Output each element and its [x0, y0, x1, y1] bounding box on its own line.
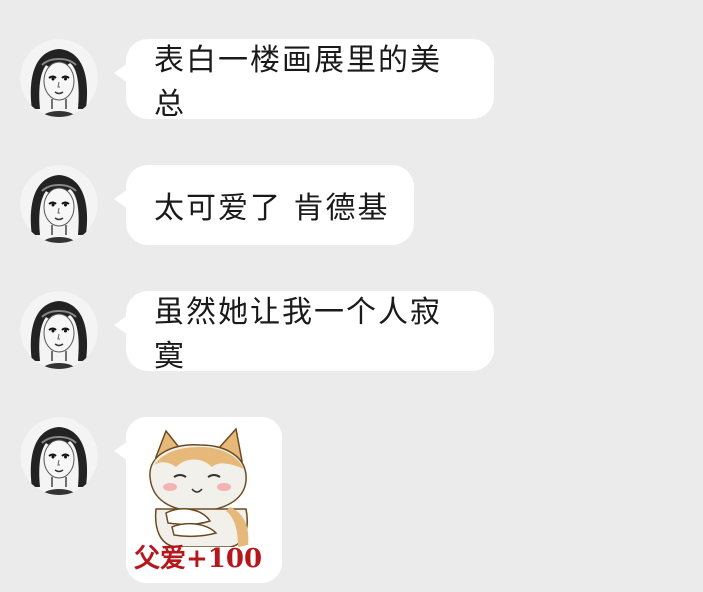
- message-bubble[interactable]: 虽然她让我一个人寂寞: [114, 291, 494, 374]
- sticker-caption: 父爱+100: [134, 544, 263, 574]
- girl-avatar-icon[interactable]: [20, 291, 98, 369]
- message-row: 太可爱了 肯德基: [0, 165, 703, 275]
- message-text: 太可爱了 肯德基: [154, 191, 390, 226]
- girl-avatar-icon[interactable]: [20, 39, 98, 117]
- message-text: 表白一楼画展里的美总: [154, 43, 442, 122]
- message-row: 表白一楼画展里的美总: [0, 39, 703, 149]
- message-row: 父爱+100: [0, 417, 703, 589]
- message-bubble[interactable]: 表白一楼画展里的美总: [114, 39, 494, 122]
- message-bubble[interactable]: 太可爱了 肯德基: [114, 165, 414, 245]
- message-row: 虽然她让我一个人寂寞: [0, 291, 703, 401]
- sticker-message[interactable]: 父爱+100: [114, 417, 282, 583]
- girl-avatar-icon[interactable]: [20, 165, 98, 243]
- message-text: 虽然她让我一个人寂寞: [154, 295, 442, 374]
- girl-avatar-icon[interactable]: [20, 417, 98, 495]
- cat-hug-sticker-icon: [149, 427, 249, 548]
